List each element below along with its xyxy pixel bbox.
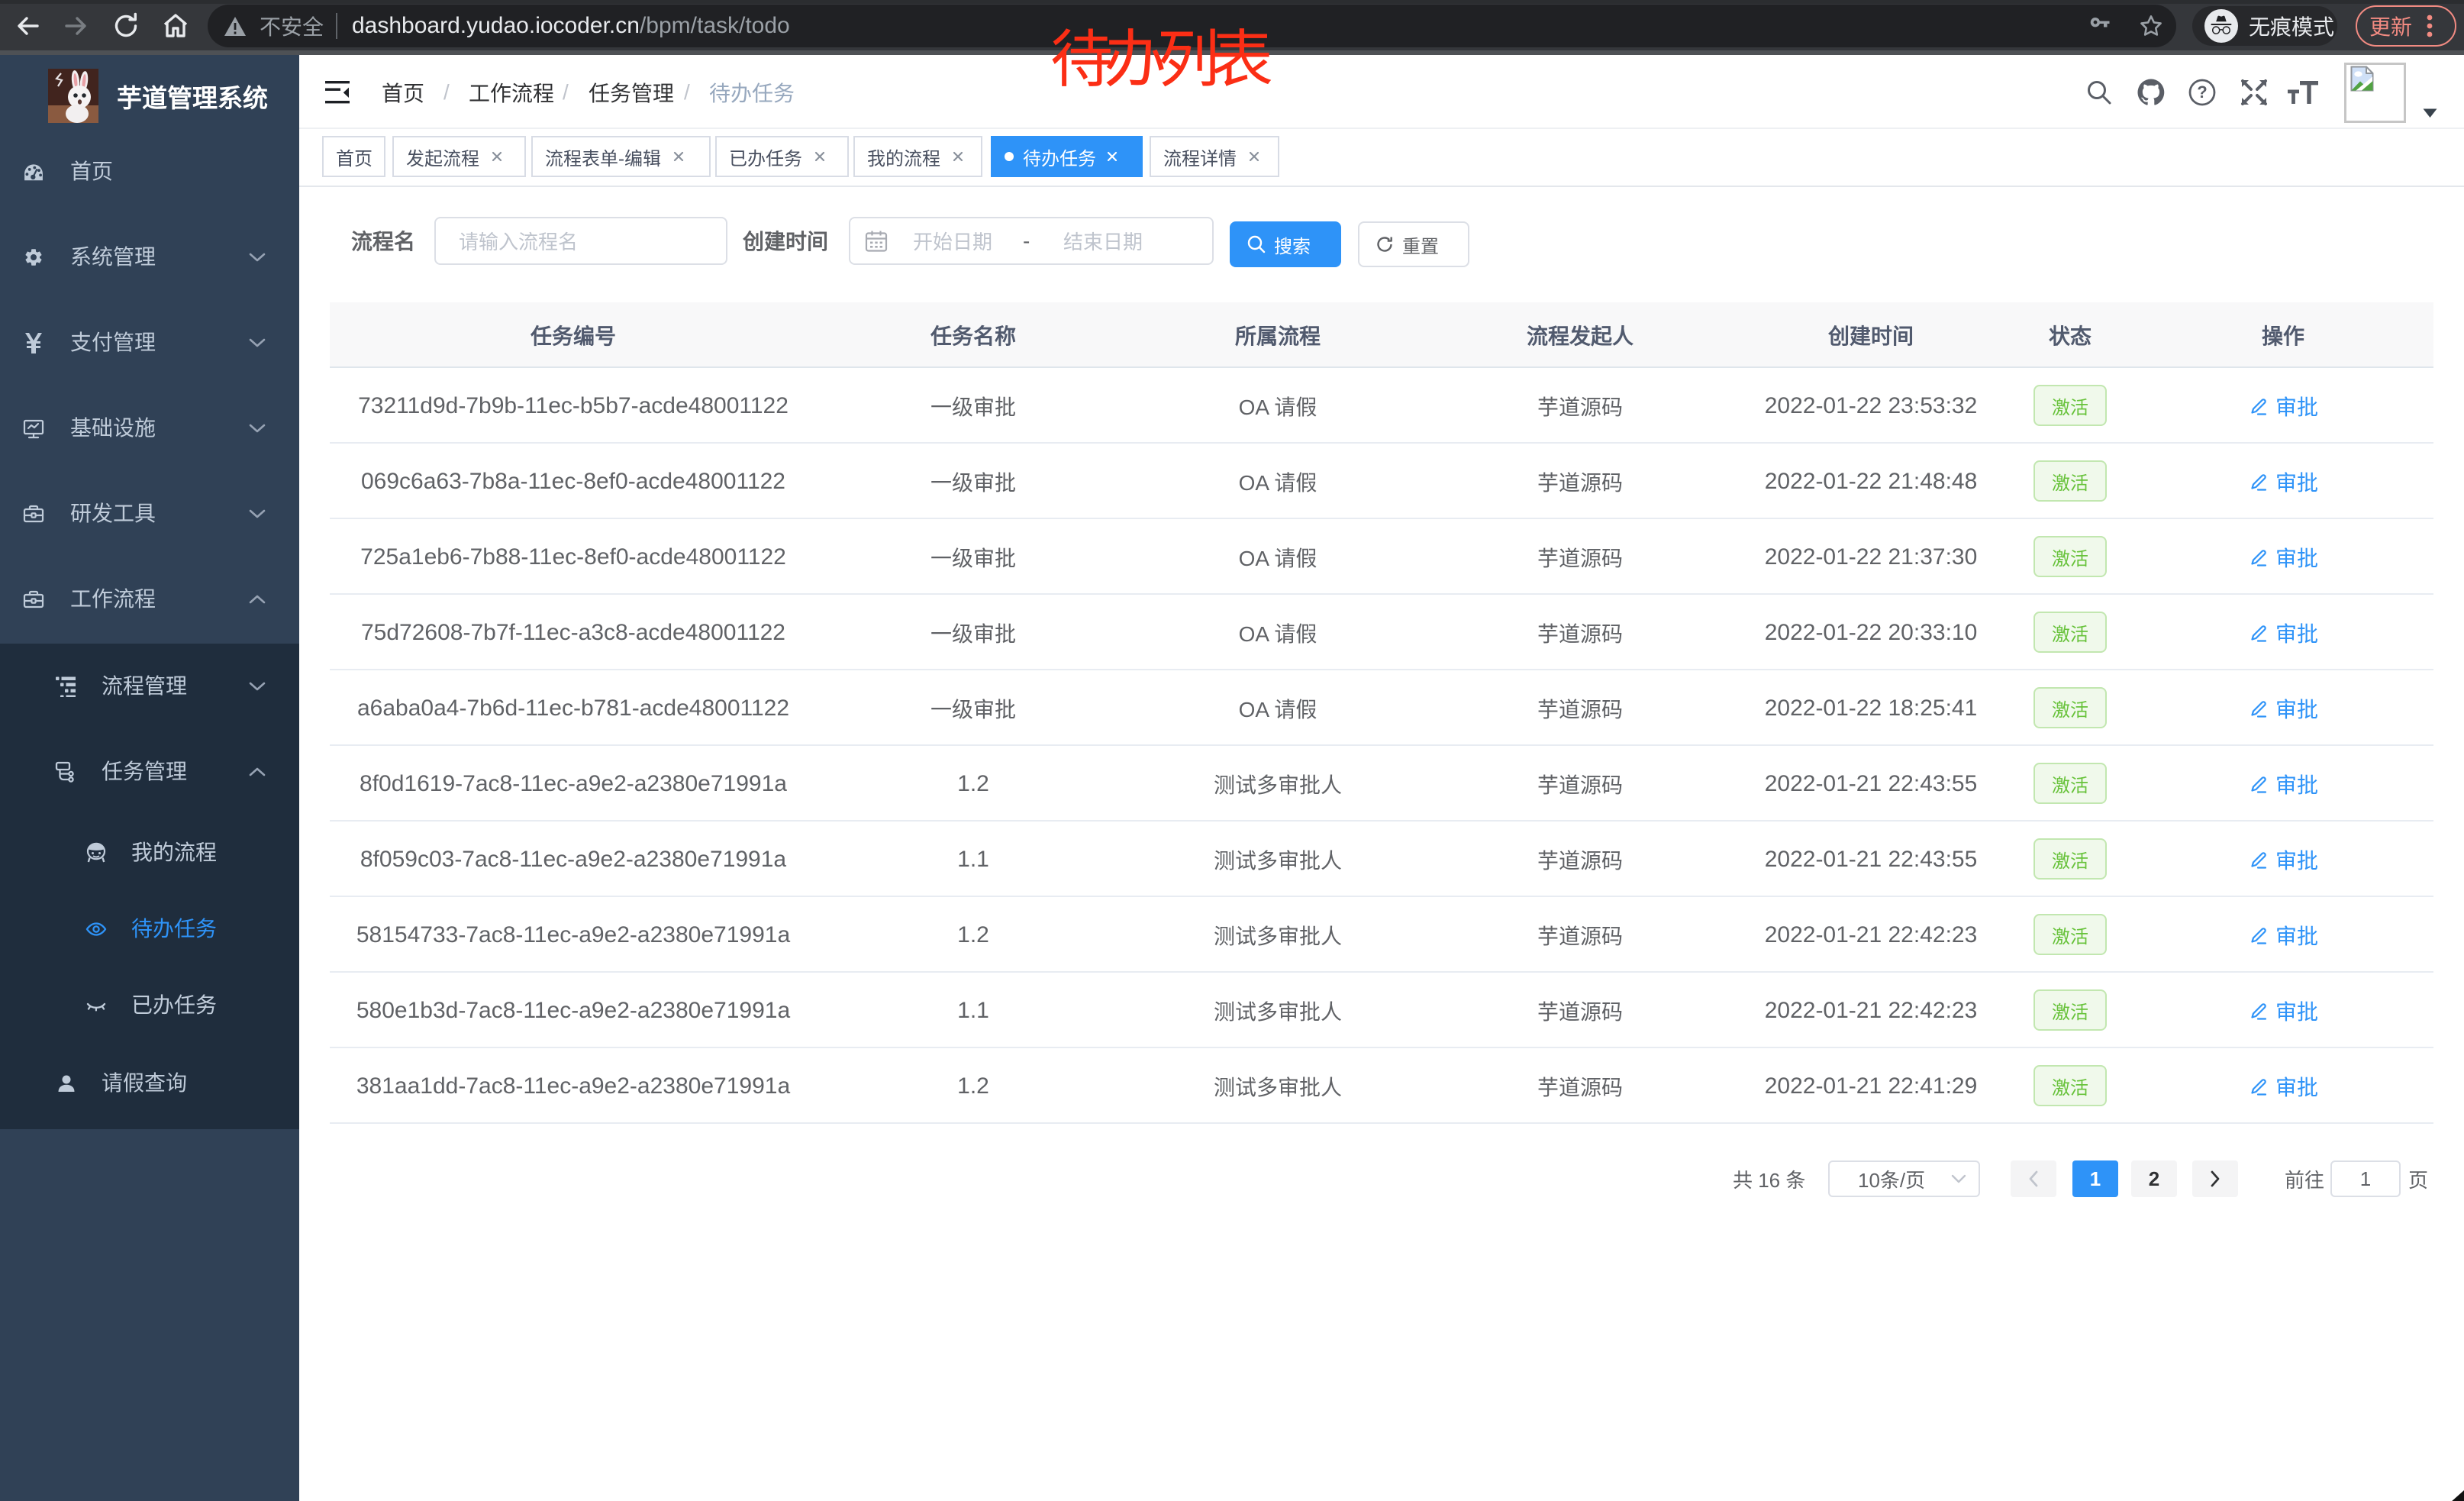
svg-text:?: ? bbox=[2197, 82, 2207, 102]
